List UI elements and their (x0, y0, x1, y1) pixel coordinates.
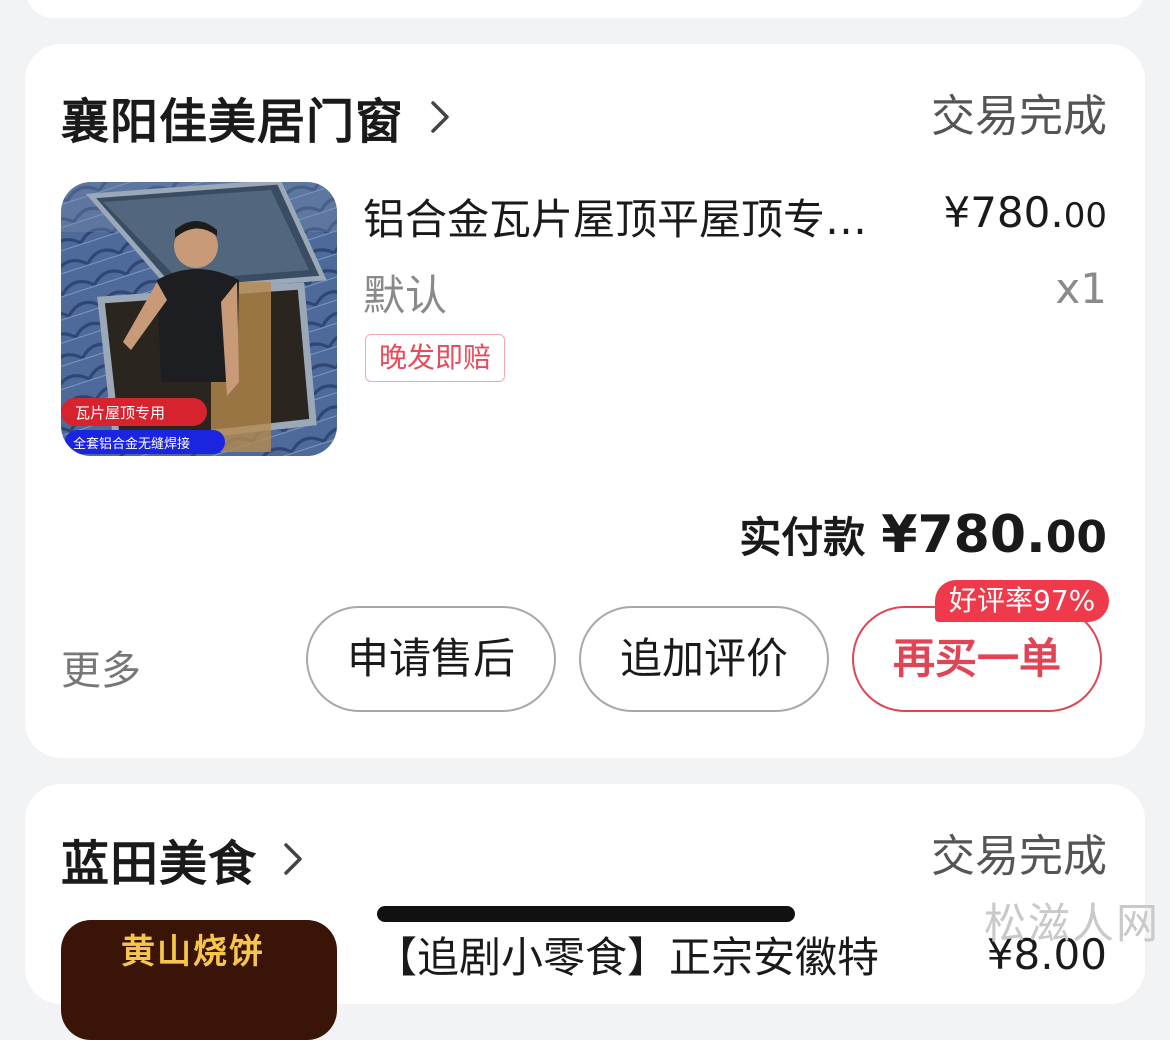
total-paid: 实付款 ¥780.00 (739, 504, 1107, 565)
image-caption-1: 瓦片屋顶专用 (75, 404, 165, 422)
order-status: 交易完成 (931, 91, 1107, 142)
unit-price-int: ¥780. (943, 188, 1064, 237)
add-review-button[interactable]: 追加评价 (579, 606, 829, 712)
watermark: 松滋人网 (983, 899, 1160, 948)
service-tag: 晚发即赔 (365, 334, 506, 382)
shop-link[interactable]: 蓝田美食 (61, 824, 307, 894)
shop-name: 蓝田美食 (61, 836, 258, 892)
total-amount: ¥780.00 (881, 505, 1107, 565)
home-indicator[interactable] (377, 906, 795, 922)
after-sale-button[interactable]: 申请售后 (306, 606, 556, 712)
product-thumbnail[interactable]: 黄山烧饼 (61, 920, 337, 1040)
more-button[interactable]: 更多 (61, 638, 141, 696)
order-card[interactable]: 襄阳佳美居门窗 交易完成 瓦片屋顶专用 全套铝合金无缝焊接 铝合金瓦片屋顶平屋顶… (25, 44, 1145, 758)
image-caption-2: 全套铝合金无缝焊接 (73, 436, 190, 452)
chevron-right-icon (431, 101, 449, 133)
chevron-right-icon (284, 843, 302, 875)
product-title[interactable]: 铝合金瓦片屋顶平屋顶专用天窗 (363, 186, 903, 247)
shop-link[interactable]: 襄阳佳美居门窗 (61, 82, 454, 152)
total-label: 实付款 (739, 513, 866, 562)
rating-badge: 好评率97% (935, 580, 1110, 622)
product-spec: 默认 (363, 271, 448, 320)
unit-price-dec: 00 (1063, 196, 1107, 236)
product-title[interactable]: 【追剧小零食】正宗安徽特 (375, 924, 879, 985)
shop-name: 襄阳佳美居门窗 (61, 94, 405, 150)
product-quantity: x1 (1055, 264, 1107, 313)
previous-order-card (25, 0, 1145, 18)
order-card[interactable]: 蓝田美食 交易完成 黄山烧饼 【追剧小零食】正宗安徽特 ¥8.00 (25, 784, 1145, 1040)
unit-price: ¥780.00 (943, 188, 1107, 237)
product-thumbnail[interactable]: 瓦片屋顶专用 全套铝合金无缝焊接 (61, 182, 337, 456)
order-status: 交易完成 (931, 831, 1107, 882)
image-caption: 黄山烧饼 (121, 932, 265, 972)
